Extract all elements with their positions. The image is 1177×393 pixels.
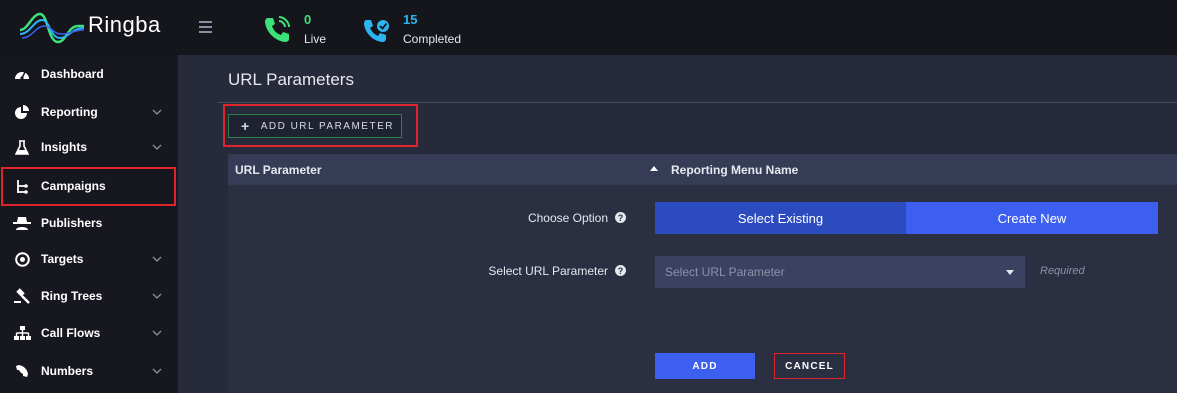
chevron-down-icon: [152, 144, 162, 150]
add-parameter-form: Choose Option ? Select Existing Create N…: [228, 185, 1177, 393]
app-name: Ringba: [88, 12, 161, 37]
sidebar: Dashboard Reporting Insights Campaigns P…: [0, 55, 178, 393]
divider: [218, 102, 1177, 103]
sidebar-gutter: [178, 55, 208, 393]
target-icon: [13, 250, 31, 268]
phone-check-icon: [364, 20, 389, 42]
select-existing-option[interactable]: Select Existing: [655, 202, 906, 234]
add-url-parameter-highlight: [223, 104, 418, 147]
sidebar-item-numbers[interactable]: Numbers: [0, 353, 178, 389]
sidebar-item-label: Targets: [41, 252, 84, 266]
live-count: 0: [304, 12, 312, 27]
select-url-parameter-label: Select URL Parameter: [488, 264, 608, 278]
sidebar-item-label: Dashboard: [41, 67, 104, 81]
page-title: URL Parameters: [228, 70, 354, 89]
help-icon[interactable]: ?: [615, 212, 626, 223]
completed-count: 15: [403, 12, 418, 27]
chevron-down-icon: [152, 330, 162, 336]
choose-option-label: Choose Option: [527, 211, 608, 225]
column-header-reporting-menu-name[interactable]: Reporting Menu Name: [671, 163, 798, 177]
caret-down-icon: [1006, 270, 1014, 275]
sidebar-item-label: Reporting: [41, 105, 98, 119]
dashboard-icon: [13, 65, 31, 83]
sort-up-icon[interactable]: [650, 166, 658, 171]
gavel-icon: [13, 287, 31, 305]
sidebar-item-reporting[interactable]: Reporting: [0, 94, 178, 130]
pie-chart-icon: [13, 103, 31, 121]
sidebar-item-ring-trees[interactable]: Ring Trees: [0, 278, 178, 314]
sidebar-item-call-flows[interactable]: Call Flows: [0, 315, 178, 351]
cancel-button[interactable]: CANCEL: [774, 353, 845, 379]
chevron-down-icon: [152, 293, 162, 299]
sidebar-item-label: Call Flows: [41, 326, 101, 340]
sidebar-item-insights[interactable]: Insights: [0, 129, 178, 165]
campaigns-highlight: [1, 167, 176, 206]
chevron-down-icon: [152, 109, 162, 115]
required-hint: Required: [1040, 265, 1085, 277]
table-header: URL Parameter Reporting Menu Name: [228, 154, 1177, 185]
live-label: Live: [304, 32, 327, 46]
phone-icon: [13, 362, 31, 380]
spy-icon: [13, 214, 31, 232]
phone-ringing-icon: [265, 16, 290, 42]
sidebar-item-label: Insights: [41, 140, 88, 154]
sidebar-item-label: Publishers: [41, 216, 103, 230]
create-new-option[interactable]: Create New: [906, 202, 1158, 234]
url-parameter-select-placeholder: Select URL Parameter: [665, 265, 785, 279]
flask-icon: [13, 138, 31, 156]
menu-toggle-icon[interactable]: [199, 21, 212, 33]
sidebar-item-label: Ring Trees: [41, 289, 103, 303]
completed-label: Completed: [403, 32, 462, 46]
chevron-down-icon: [152, 256, 162, 262]
chevron-down-icon: [152, 368, 162, 374]
sidebar-item-dashboard[interactable]: Dashboard: [0, 56, 178, 92]
add-button[interactable]: ADD: [655, 353, 755, 379]
sidebar-item-label: Numbers: [41, 364, 94, 378]
help-icon[interactable]: ?: [615, 265, 626, 276]
sidebar-item-publishers[interactable]: Publishers: [0, 205, 178, 241]
url-parameter-select[interactable]: Select URL Parameter: [655, 256, 1025, 288]
sidebar-item-targets[interactable]: Targets: [0, 241, 178, 277]
column-header-url-parameter[interactable]: URL Parameter: [235, 163, 321, 177]
sitemap-icon: [13, 324, 31, 342]
top-bar: Ringba 0 Live 15 Completed: [0, 0, 1177, 55]
